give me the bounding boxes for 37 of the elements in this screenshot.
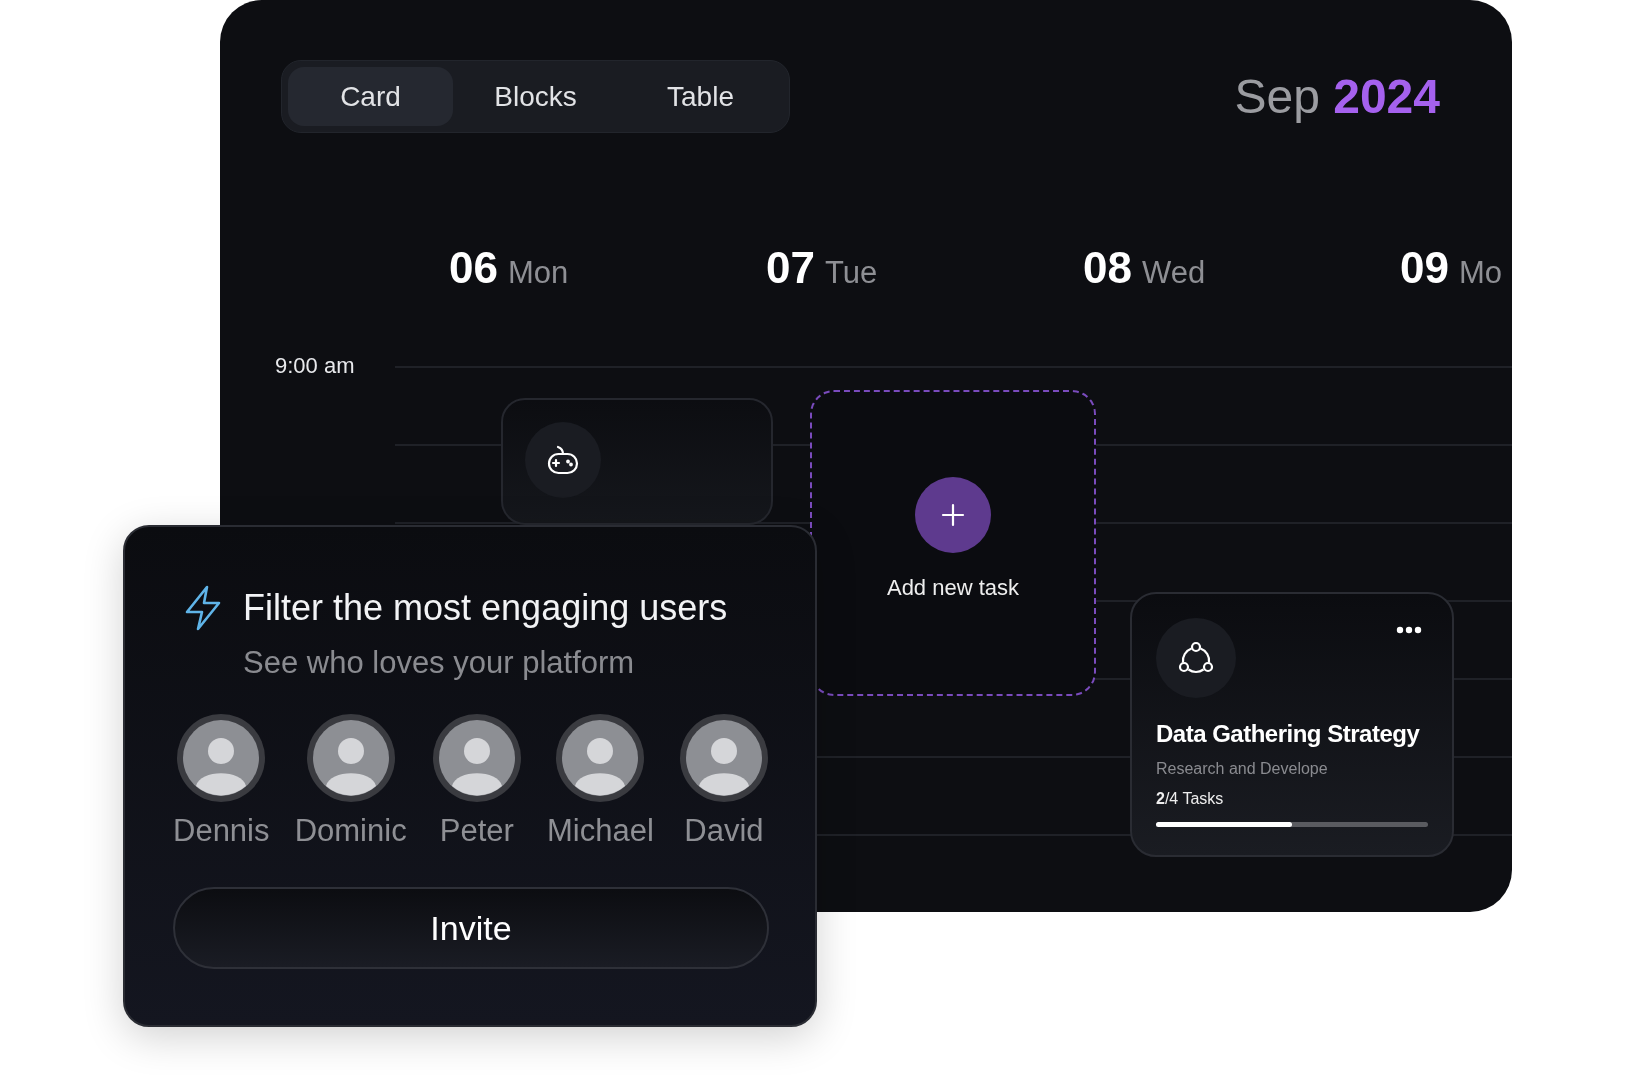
- share-nodes-icon: [1177, 640, 1215, 676]
- day-number: 08: [1083, 243, 1132, 294]
- add-task-slot[interactable]: Add new task: [810, 390, 1096, 696]
- view-tab[interactable]: Table: [618, 67, 783, 127]
- weekday-label: Tue: [824, 255, 878, 292]
- day-number: 06: [449, 243, 498, 294]
- weekday-label: Wed: [1141, 255, 1206, 292]
- plus-icon: [941, 503, 965, 527]
- task-category: Research and Develope: [1156, 760, 1329, 778]
- avatar-silhouette[interactable]: [176, 713, 267, 803]
- avatar-silhouette[interactable]: [431, 713, 522, 803]
- more-options-icon[interactable]: [1396, 626, 1422, 634]
- weekday-label: Mon: [507, 255, 569, 292]
- avatar-silhouette[interactable]: [679, 713, 769, 803]
- avatar-silhouette[interactable]: [555, 713, 646, 803]
- month-year-label: Sep 2024: [1234, 69, 1440, 125]
- add-task-label: Add new task: [886, 575, 1020, 601]
- task-title: Data Gathering Strategy: [1156, 720, 1421, 748]
- card-subtitle: See who loves your platform: [243, 645, 636, 681]
- avatar-silhouette[interactable]: [305, 713, 396, 803]
- user-name: Michael: [547, 813, 654, 849]
- lightning-icon: [183, 585, 223, 631]
- user-name: Peter: [439, 813, 514, 849]
- day-number: 09: [1400, 243, 1449, 294]
- card-title: Filter the most engaging users: [243, 587, 728, 629]
- view-tab[interactable]: Card: [288, 67, 453, 127]
- user-name: Dominic: [294, 813, 407, 849]
- day-number: 07: [766, 243, 815, 294]
- user-name: Dennis: [173, 813, 270, 849]
- gamepad-icon: [546, 445, 580, 475]
- task-card[interactable]: Data Gathering Strategy Research and Develope 2/4 Tasks: [1130, 592, 1454, 857]
- view-tab[interactable]: Blocks: [453, 67, 618, 127]
- weekday-label: Mo: [1458, 255, 1503, 292]
- invite-button[interactable]: Invite: [173, 887, 769, 969]
- task-count: 2/4 Tasks: [1156, 790, 1225, 808]
- time-label: 9:00 am: [275, 353, 355, 379]
- user-name: David: [684, 813, 764, 849]
